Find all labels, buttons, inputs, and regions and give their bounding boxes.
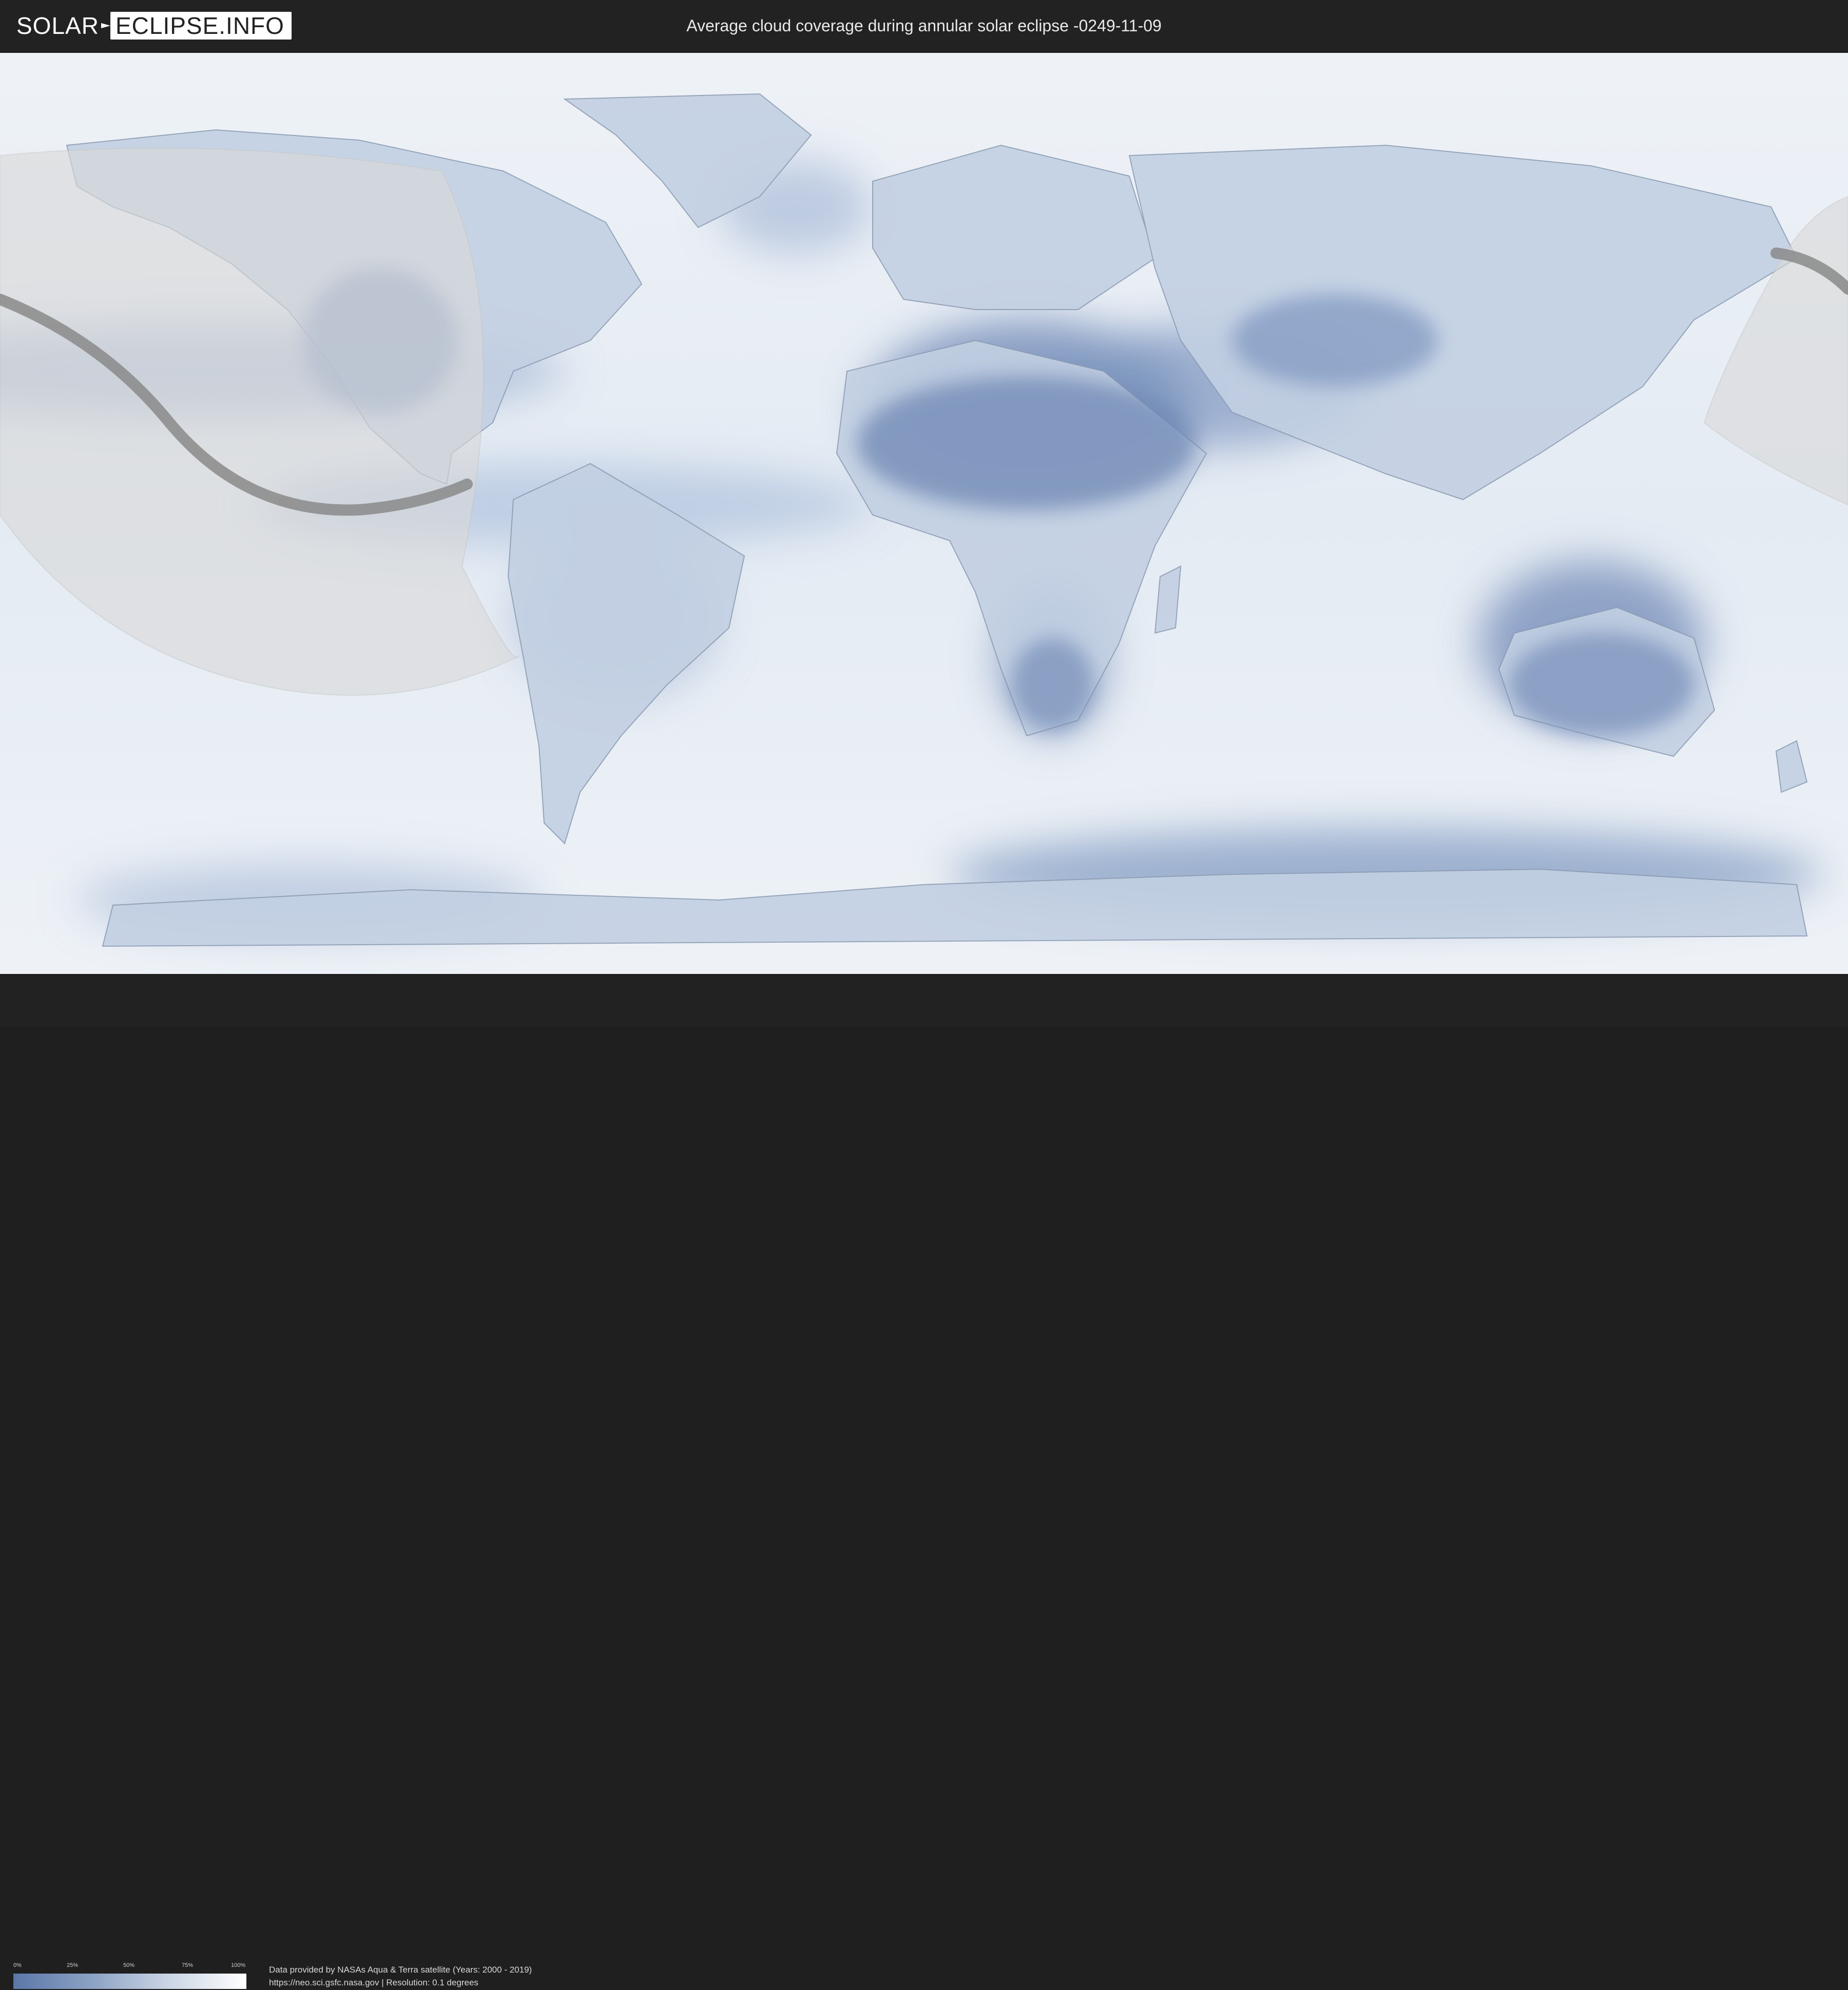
credits-line-url[interactable]: https://neo.sci.gsfc.nasa.gov | Resoluti… bbox=[269, 1976, 532, 1989]
cloud-coverage-map[interactable] bbox=[0, 53, 1848, 974]
credits-line-source: Data provided by NASAs Aqua & Terra sate… bbox=[269, 1965, 532, 1975]
legend-tick-labels: 0% 25% 50% 75% 100% bbox=[13, 1962, 246, 1969]
footer-bar: 0% 25% 50% 75% 100% Data provided by NAS… bbox=[0, 975, 1848, 1989]
header-bar: SOLAR ECLIPSE.INFO Average cloud coverag… bbox=[0, 0, 1848, 51]
data-credits: Data provided by NASAs Aqua & Terra sate… bbox=[269, 1963, 532, 1989]
world-map-svg bbox=[0, 53, 1848, 974]
page-title: Average cloud coverage during annular so… bbox=[686, 16, 1162, 35]
cloud-coverage-legend: 0% 25% 50% 75% 100% bbox=[13, 1962, 246, 1990]
legend-tick-50: 50% bbox=[123, 1962, 135, 1968]
legend-tick-100: 100% bbox=[231, 1962, 246, 1968]
legend-tick-25: 25% bbox=[67, 1962, 79, 1968]
legend-tick-75: 75% bbox=[182, 1962, 194, 1968]
legend-gradient-bar bbox=[13, 1974, 246, 1989]
legend-tick-0: 0% bbox=[13, 1962, 22, 1968]
